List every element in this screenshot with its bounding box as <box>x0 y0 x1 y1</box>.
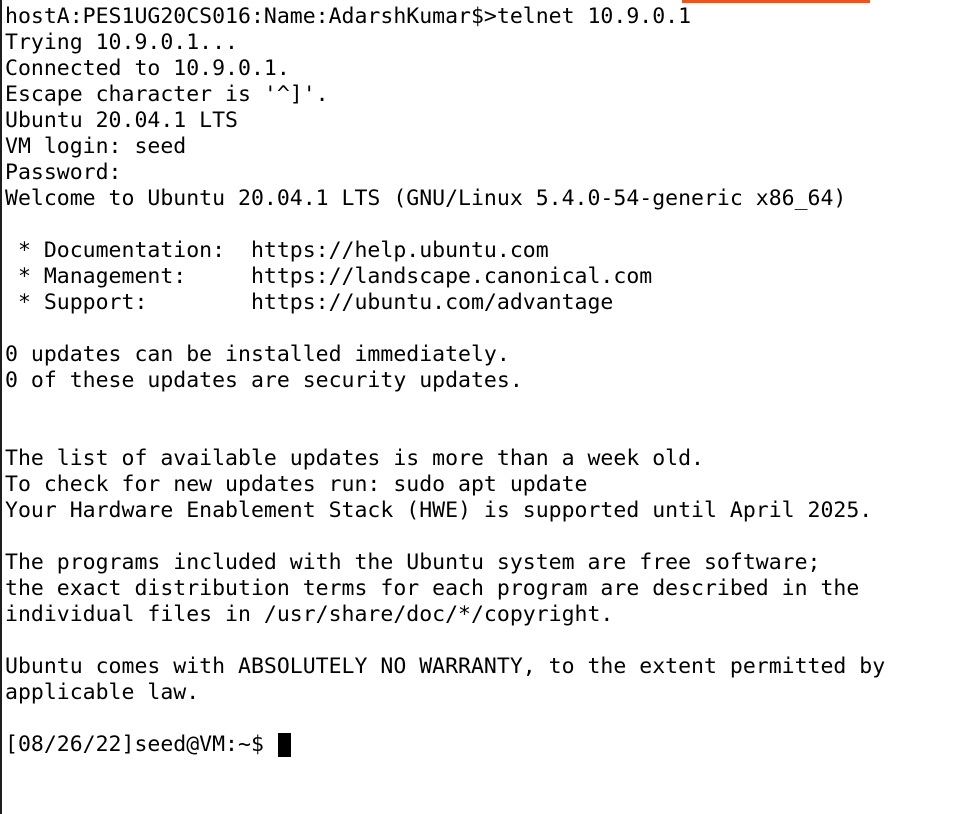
terminal-output[interactable]: hostA:PES1UG20CS016:Name:AdarshKumar$>te… <box>5 4 962 814</box>
terminal-line: To check for new updates run: sudo apt u… <box>5 472 588 497</box>
window-left-border <box>0 0 2 814</box>
terminal-line: The programs included with the Ubuntu sy… <box>5 550 821 575</box>
terminal-line: hostA:PES1UG20CS016:Name:AdarshKumar$>te… <box>5 4 692 29</box>
terminal-line: applicable law. <box>5 680 200 705</box>
terminal-line: individual files in /usr/share/doc/*/cop… <box>5 602 614 627</box>
window-accent-bar <box>682 0 870 3</box>
terminal-line: Welcome to Ubuntu 20.04.1 LTS (GNU/Linux… <box>5 186 847 211</box>
terminal-line: 0 of these updates are security updates. <box>5 368 523 393</box>
terminal-line: VM login: seed <box>5 134 187 159</box>
terminal-line: Your Hardware Enablement Stack (HWE) is … <box>5 498 873 523</box>
terminal-line: Connected to 10.9.0.1. <box>5 56 290 81</box>
terminal-line: Escape character is '^]'. <box>5 82 329 107</box>
terminal-window: hostA:PES1UG20CS016:Name:AdarshKumar$>te… <box>0 0 962 814</box>
text-cursor <box>277 733 291 757</box>
terminal-line: the exact distribution terms for each pr… <box>5 576 860 601</box>
terminal-line: Ubuntu comes with ABSOLUTELY NO WARRANTY… <box>5 654 886 679</box>
shell-prompt: [08/26/22]seed@VM:~$ <box>5 732 277 757</box>
terminal-line: * Documentation: https://help.ubuntu.com <box>5 238 549 263</box>
terminal-line: * Management: https://landscape.canonica… <box>5 264 653 289</box>
terminal-line: * Support: https://ubuntu.com/advantage <box>5 290 614 315</box>
terminal-line: The list of available updates is more th… <box>5 446 704 471</box>
terminal-line: Ubuntu 20.04.1 LTS <box>5 108 238 133</box>
shell-prompt-line[interactable]: [08/26/22]seed@VM:~$ <box>5 732 962 758</box>
terminal-line: Trying 10.9.0.1... <box>5 30 238 55</box>
terminal-line: 0 updates can be installed immediately. <box>5 342 510 367</box>
terminal-line: Password: <box>5 160 122 185</box>
